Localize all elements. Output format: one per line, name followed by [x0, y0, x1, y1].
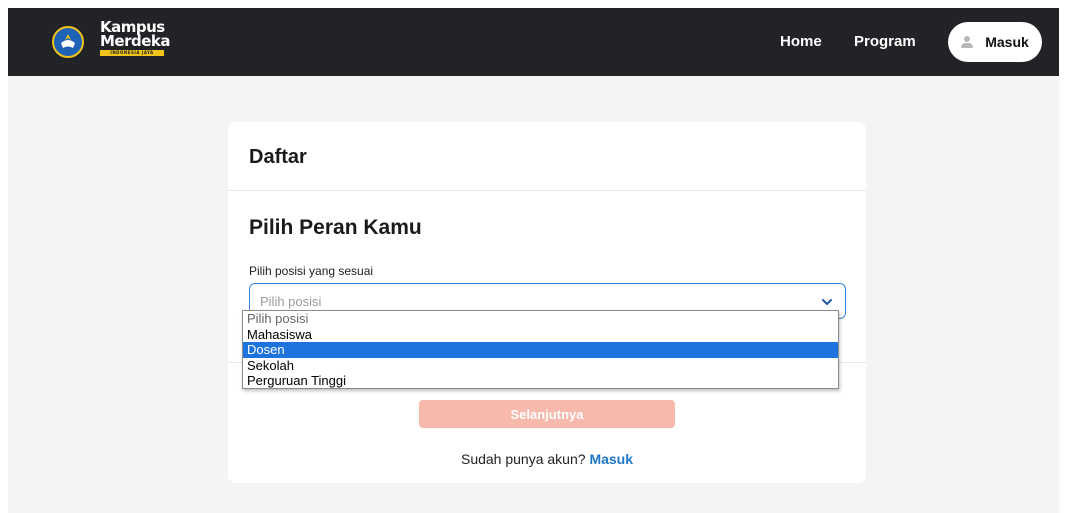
login-link[interactable]: Masuk	[589, 451, 633, 467]
user-icon	[961, 36, 974, 48]
login-button-label: Masuk	[985, 34, 1029, 50]
card-header: Daftar	[228, 122, 866, 191]
option-dosen[interactable]: Dosen	[243, 342, 838, 358]
login-button[interactable]: Masuk	[948, 22, 1042, 62]
logo-line-2: Merdeka	[100, 32, 171, 50]
kampus-merdeka-logo[interactable]: Kampus Merdeka INDONESIA JAYA	[100, 20, 171, 64]
option-mahasiswa[interactable]: Mahasiswa	[243, 327, 838, 343]
card-title: Daftar	[249, 146, 307, 168]
section-title: Pilih Peran Kamu	[249, 216, 422, 239]
login-prompt-text: Sudah punya akun?	[460, 451, 586, 467]
page: Kampus Merdeka INDONESIA JAYA Home Progr…	[8, 8, 1059, 513]
login-prompt: Sudah punya akun? Masuk	[228, 451, 866, 467]
kemendikbud-logo-icon[interactable]	[52, 26, 84, 58]
navbar: Kampus Merdeka INDONESIA JAYA Home Progr…	[8, 8, 1059, 76]
register-card: Daftar Pilih Peran Kamu Pilih posisi yan…	[228, 122, 866, 483]
chevron-down-icon	[822, 299, 832, 305]
role-select-value: Pilih posisi	[260, 294, 322, 309]
logo-tagline: INDONESIA JAYA	[100, 50, 164, 56]
next-button[interactable]: Selanjutnya	[419, 400, 675, 428]
option-sekolah[interactable]: Sekolah	[243, 358, 838, 374]
option-perguruan-tinggi[interactable]: Perguruan Tinggi	[243, 373, 838, 389]
option-pilih-posisi[interactable]: Pilih posisi	[243, 311, 838, 327]
nav-home-link[interactable]: Home	[780, 32, 822, 52]
nav-program-link[interactable]: Program	[854, 32, 916, 52]
role-dropdown-list: Pilih posisi Mahasiswa Dosen Sekolah Per…	[242, 310, 839, 389]
role-field-label: Pilih posisi yang sesuai	[249, 264, 374, 278]
